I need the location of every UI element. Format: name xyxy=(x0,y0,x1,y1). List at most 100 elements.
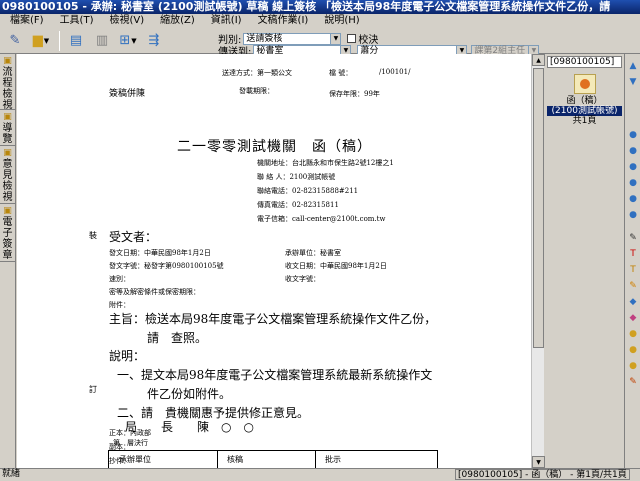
description-item1-cont: 件乙份如附件。 xyxy=(147,387,232,401)
marker-icon[interactable]: ✎ xyxy=(626,280,640,293)
delivery-method: 送達方式：第一類公文 xyxy=(222,69,292,77)
shape-icon[interactable]: ◆ xyxy=(626,296,640,309)
email-address: 電子信箱：call-center@2100t.com.tw xyxy=(257,215,386,223)
left-sidebar: ▣ 流程檢視 ▣ 導覽 ▣ 意見檢視 ▣ 電子簽章 xyxy=(0,54,16,468)
thumbnail-label-1: 函（稿） xyxy=(566,96,603,106)
send-date: 發文日期：中華民國98年1月2日 xyxy=(109,249,211,257)
flow-icon: ▣ xyxy=(3,56,12,66)
tool-plus-icon[interactable]: ● xyxy=(626,129,640,142)
export-button[interactable]: ⇶ xyxy=(142,30,166,52)
send-number: 發文字號：秘發字第0980100105號 xyxy=(109,262,224,270)
menu-info[interactable]: 資訊(I) xyxy=(203,14,250,28)
tree-icon: ⊞ xyxy=(119,33,131,48)
highlight-text-icon[interactable]: T xyxy=(626,264,640,277)
menu-document[interactable]: 文稿作業(I) xyxy=(250,14,317,28)
approval-table: 承辦單位 核稿 批示 xyxy=(108,450,438,469)
menu-zoom[interactable]: 縮放(Z) xyxy=(152,14,203,28)
edit-button[interactable]: ✎ xyxy=(3,30,27,52)
status-bar: 就緒 [0980100105] - 函（稿） - 第1頁/共1頁 xyxy=(0,468,640,480)
tool-rotate-icon[interactable]: ● xyxy=(626,161,640,174)
table-header-review: 核稿 xyxy=(227,455,243,464)
tool-zoom-in-icon[interactable]: ▲ xyxy=(626,60,640,73)
publish-date-label: 發載期限： xyxy=(239,87,274,95)
attachment: 附件： xyxy=(109,301,130,309)
description-label: 說明： xyxy=(109,349,146,363)
contact-phone: 聯絡電話：02-82315888#211 xyxy=(257,187,359,195)
thumbnail-label-2: (2100測試帳號) xyxy=(547,106,622,116)
comment-icon[interactable]: ● xyxy=(626,360,640,373)
keep-years: 保存年限：99年 xyxy=(329,90,380,98)
export-icon: ⇶ xyxy=(148,33,160,48)
menu-help[interactable]: 說明(H) xyxy=(316,14,367,28)
binding-mark: 裝 xyxy=(89,231,97,240)
tool-fit-icon[interactable]: ● xyxy=(626,177,640,190)
description-item1: 一、提文本局98年度電子公文檔案管理系統最新系統操作文 xyxy=(117,368,433,382)
scroll-up-button[interactable]: ▲ xyxy=(532,54,545,66)
table-header-unit: 承辦單位 xyxy=(119,455,151,464)
navigation-icon: ▣ xyxy=(3,112,12,122)
preview-icon: ▥ xyxy=(95,33,109,48)
new-document-button[interactable]: ▤ xyxy=(64,30,88,52)
menu-file[interactable]: 檔案(F) xyxy=(2,14,52,28)
status-page-info: [0980100105] - 函（稿） - 第1頁/共1頁 xyxy=(455,469,630,480)
thumbnail-label-3: 共1頁 xyxy=(572,116,597,126)
tool-zoom-out-icon[interactable]: ▼ xyxy=(626,76,640,89)
tab-comment-view[interactable]: ▣ 意見檢視 xyxy=(0,146,15,204)
receive-date: 收文日期：中華民國98年1月2日 xyxy=(285,262,387,270)
menu-view[interactable]: 檢視(V) xyxy=(101,14,152,28)
stamp-icon[interactable]: ● xyxy=(626,328,640,341)
receive-number: 收文字號： xyxy=(285,275,320,283)
speed: 速別： xyxy=(109,275,130,283)
chevron-down-icon[interactable]: ▼ xyxy=(330,33,341,44)
color-icon[interactable]: ◆ xyxy=(626,312,640,325)
page-thumbnail-panel: [0980100105] 函（稿） (2100測試帳號) 共1頁 xyxy=(545,54,624,468)
preview-button[interactable]: ▥ xyxy=(90,30,114,52)
secrecy: 密等及解密條件或保密期限： xyxy=(109,288,200,296)
pen-icon[interactable]: ✎ xyxy=(626,232,640,245)
text-tool-icon[interactable]: T xyxy=(626,248,640,261)
tool-reset-icon[interactable]: ● xyxy=(626,193,640,206)
status-text: 就緒 xyxy=(2,469,21,479)
agency-title: 二一零零測試機關 函（稿） xyxy=(177,139,372,155)
thumbnail-header: [0980100105] xyxy=(547,56,622,68)
open-button[interactable]: ▆ ▼ xyxy=(29,30,53,52)
tab-navigation[interactable]: ▣ 導覽 xyxy=(0,110,15,146)
chevron-down-icon: ▼ xyxy=(43,36,50,45)
file-number-label: 檔 號： xyxy=(329,69,353,77)
tab-flow-view[interactable]: ▣ 流程檢視 xyxy=(0,54,15,111)
menu-tools[interactable]: 工具(T) xyxy=(52,14,102,28)
tab-signature[interactable]: ▣ 電子簽章 xyxy=(0,204,15,262)
signature-line: 局 長 陳 ○ ○ xyxy=(125,420,254,434)
subject-line1: 主旨：檢送本局98年度電子公文檔案管理系統操作文件乙份， xyxy=(109,312,437,326)
comment-icon: ▣ xyxy=(3,148,12,158)
document-page[interactable]: 送達方式：第一類公文 檔 號： /100101/ 簽稿併陳 發載期限： 保存年限… xyxy=(17,54,531,468)
window-title: 0980100105 - 承辦: 秘書室 (2100測試帳號) 草稿 線上簽核 … xyxy=(0,0,640,14)
tool-page-icon[interactable]: ● xyxy=(626,209,640,222)
decision-level: 第 層決行 xyxy=(113,439,148,447)
subject-line2: 請 查照。 xyxy=(147,331,208,345)
receiver-label: 受文者： xyxy=(109,230,158,244)
sign-type: 簽稿併陳 xyxy=(109,89,146,99)
attach-checkbox[interactable] xyxy=(347,34,357,43)
edit-icon: ✎ xyxy=(9,33,21,48)
scroll-down-button[interactable]: ▼ xyxy=(532,456,545,468)
signature-icon: ▣ xyxy=(3,206,12,216)
tree-button[interactable]: ⊞ ▼ xyxy=(116,30,140,52)
vertical-scrollbar[interactable]: ▲ ▼ xyxy=(531,54,545,468)
scroll-thumb[interactable] xyxy=(533,68,544,348)
thumbnail-item[interactable]: 函（稿） (2100測試帳號) 共1頁 xyxy=(547,70,622,126)
file-number: /100101/ xyxy=(379,68,411,76)
handling-unit: 承辦單位：秘書室 xyxy=(285,249,341,257)
eraser-icon[interactable]: ✎ xyxy=(626,376,640,389)
binding-mark-2: 訂 xyxy=(89,385,97,394)
agency-address: 機關地址：台北縣永和市保生路2號12樓之1 xyxy=(257,159,394,167)
tool-minus-icon[interactable]: ● xyxy=(626,145,640,158)
menu-bar: 檔案(F) 工具(T) 檢視(V) 縮放(Z) 資訊(I) 文稿作業(I) 說明… xyxy=(0,14,640,28)
right-toolbar: ▲ ▼ ● ● ● ● ● ● ✎ T T ✎ ◆ ◆ ● ● ● ✎ xyxy=(624,54,640,468)
fax-number: 傳真電話：02-82315811 xyxy=(257,201,339,209)
document-icon xyxy=(573,74,596,94)
table-header-approve: 批示 xyxy=(325,455,341,464)
contact-person: 聯 絡 人：2100測試帳號 xyxy=(257,173,336,181)
note-icon[interactable]: ● xyxy=(626,344,640,357)
folder-icon: ▆ xyxy=(32,33,43,48)
